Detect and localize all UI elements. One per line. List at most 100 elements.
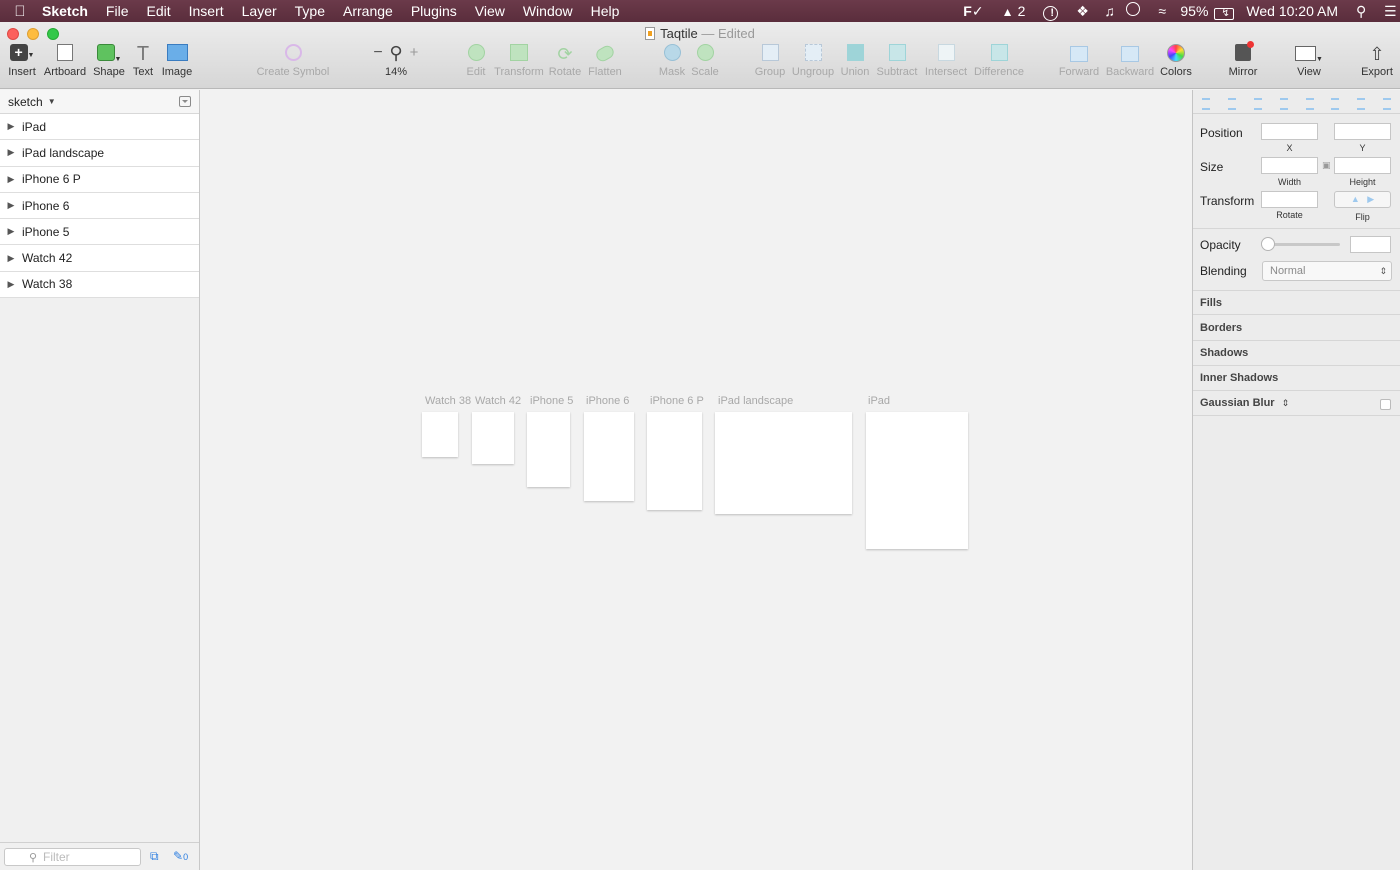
menu-plugins[interactable]: Plugins	[402, 0, 466, 22]
flip-buttons[interactable]: ▲ ▶	[1334, 191, 1391, 208]
width-input[interactable]	[1261, 157, 1318, 174]
disclosure-triangle-icon[interactable]: ▶	[0, 200, 22, 211]
opacity-slider-handle[interactable]	[1261, 237, 1275, 251]
gaussian-blur-section[interactable]: Gaussian Blur ⇕	[1193, 391, 1400, 416]
blending-select[interactable]: Normal ⇕	[1262, 261, 1392, 281]
export-button[interactable]: ⇧ Export	[1358, 44, 1396, 78]
battery-icon[interactable]: ↯	[1214, 0, 1240, 22]
flatten-button[interactable]: Flatten	[587, 43, 623, 78]
align-center-icon[interactable]	[1271, 96, 1297, 110]
create-symbol-button[interactable]: Create Symbol	[256, 44, 330, 78]
layer-row-watch-38[interactable]: ▶ Watch 38	[0, 271, 199, 299]
flip-vertical-icon[interactable]: ▶	[1367, 194, 1374, 204]
collapse-pages-icon[interactable]	[179, 96, 191, 107]
symbols-filter-icon[interactable]: ⧉	[150, 849, 159, 864]
disclosure-triangle-icon[interactable]: ▶	[0, 279, 22, 290]
subtract-button[interactable]: Subtract	[875, 44, 919, 78]
apple-menu-icon[interactable]: 	[0, 3, 40, 20]
difference-button[interactable]: Difference	[973, 44, 1025, 78]
wifi-icon[interactable]: ≈	[1146, 0, 1174, 22]
inner-shadows-section[interactable]: Inner Shadows	[1193, 366, 1400, 391]
fills-section[interactable]: Fills	[1193, 290, 1400, 315]
opacity-input[interactable]	[1350, 236, 1391, 253]
align-left-icon[interactable]	[1245, 96, 1271, 110]
rotate-input[interactable]	[1261, 191, 1318, 208]
notification-bell-icon[interactable]: ♫	[1092, 0, 1120, 22]
menu-edit[interactable]: Edit	[137, 0, 179, 22]
menu-insert[interactable]: Insert	[180, 0, 233, 22]
artboard-iphone-6p[interactable]	[647, 412, 702, 510]
artboard-title-iphone-5[interactable]: iPhone 5	[530, 395, 573, 407]
artboard-title-iphone-6p[interactable]: iPhone 6 P	[650, 395, 704, 407]
shape-button[interactable]: ▼ Shape	[92, 44, 126, 78]
info-status-icon[interactable]: !	[1037, 0, 1064, 22]
intersect-button[interactable]: Intersect	[923, 44, 969, 78]
artboard-watch-38[interactable]	[422, 412, 458, 457]
union-button[interactable]: Union	[839, 44, 871, 78]
backward-button[interactable]: Backward	[1104, 44, 1156, 78]
disclosure-triangle-icon[interactable]: ▶	[0, 253, 22, 264]
text-button[interactable]: T Text	[131, 44, 155, 78]
fontcase-status-icon[interactable]: F✓	[957, 0, 989, 22]
layer-row-watch-42[interactable]: ▶ Watch 42	[0, 245, 199, 272]
gaussian-blur-checkbox[interactable]	[1380, 399, 1391, 410]
align-middle-icon[interactable]	[1348, 96, 1374, 110]
layer-row-ipad[interactable]: ▶ iPad	[0, 114, 199, 141]
align-top-icon[interactable]	[1322, 96, 1348, 110]
insert-button[interactable]: + ▼ Insert	[5, 44, 39, 78]
artboard-title-iphone-6[interactable]: iPhone 6	[586, 395, 629, 407]
menu-window[interactable]: Window	[514, 0, 582, 22]
menu-view[interactable]: View	[466, 0, 514, 22]
position-y-input[interactable]	[1334, 123, 1391, 140]
spotlight-search-icon[interactable]: ⚲	[1344, 0, 1372, 22]
artboard-title-ipad[interactable]: iPad	[868, 395, 890, 407]
edited-layers-icon[interactable]: ✎0	[173, 849, 188, 863]
page-selector[interactable]: sketch ▼	[0, 90, 199, 114]
notification-center-icon[interactable]: ☰	[1372, 0, 1400, 22]
position-x-input[interactable]	[1261, 123, 1318, 140]
disclosure-triangle-icon[interactable]: ▶	[0, 226, 22, 237]
rotate-button[interactable]: ⟳ Rotate	[548, 44, 582, 78]
menu-type[interactable]: Type	[286, 0, 334, 22]
filter-input[interactable]: ⚲ Filter	[4, 848, 141, 866]
magnifier-icon[interactable]: ⚲	[386, 44, 406, 62]
scale-button[interactable]: Scale	[690, 44, 720, 78]
layer-row-iphone-5[interactable]: ▶ iPhone 5	[0, 219, 199, 246]
artboard-ipad-landscape[interactable]	[715, 412, 852, 514]
clock[interactable]: Wed 10:20 AM	[1240, 0, 1344, 22]
layer-row-iphone-6[interactable]: ▶ iPhone 6	[0, 192, 199, 220]
borders-section[interactable]: Borders	[1193, 316, 1400, 341]
layer-row-iphone-6p[interactable]: ▶ iPhone 6 P	[0, 166, 199, 193]
mask-button[interactable]: Mask	[657, 44, 687, 78]
artboard-iphone-6[interactable]	[584, 412, 634, 501]
artboard-title-watch-42[interactable]: Watch 42	[475, 395, 521, 407]
artboard-title-watch-38[interactable]: Watch 38	[425, 395, 471, 407]
disclosure-triangle-icon[interactable]: ▶	[0, 121, 22, 132]
lock-ratio-icon[interactable]: ▣	[1322, 160, 1331, 171]
menu-app-sketch[interactable]: Sketch	[40, 0, 97, 22]
flip-horizontal-icon[interactable]: ▲	[1351, 194, 1360, 204]
artboard-iphone-5[interactable]	[527, 412, 570, 487]
adobe-status-icon[interactable]: ▲ 2	[990, 0, 1038, 22]
menu-layer[interactable]: Layer	[233, 0, 286, 22]
artboard-ipad[interactable]	[866, 412, 968, 549]
artboard-button[interactable]: Artboard	[42, 44, 88, 78]
canvas[interactable]: Watch 38 Watch 42 iPhone 5 iPhone 6 iPho…	[200, 90, 1192, 870]
transform-button[interactable]: Transform	[494, 44, 544, 78]
group-button[interactable]: Group	[754, 44, 786, 78]
artboard-title-ipad-landscape[interactable]: iPad landscape	[718, 395, 793, 407]
disclosure-triangle-icon[interactable]: ▶	[0, 147, 22, 158]
image-button[interactable]: Image	[160, 44, 194, 78]
align-right-icon[interactable]	[1297, 96, 1323, 110]
menu-arrange[interactable]: Arrange	[334, 0, 402, 22]
zoom-out-button[interactable]: −	[370, 44, 386, 62]
menu-file[interactable]: File	[97, 0, 138, 22]
mirror-button[interactable]: Mirror	[1226, 41, 1260, 78]
dropbox-status-icon[interactable]: ❖	[1064, 0, 1092, 22]
align-bottom-icon[interactable]	[1374, 96, 1400, 110]
distribute-horizontal-icon[interactable]	[1193, 96, 1219, 110]
zoom-in-button[interactable]: +	[406, 44, 422, 62]
menu-help[interactable]: Help	[582, 0, 629, 22]
layer-row-ipad-landscape[interactable]: ▶ iPad landscape	[0, 140, 199, 167]
edit-button[interactable]: Edit	[463, 44, 489, 78]
